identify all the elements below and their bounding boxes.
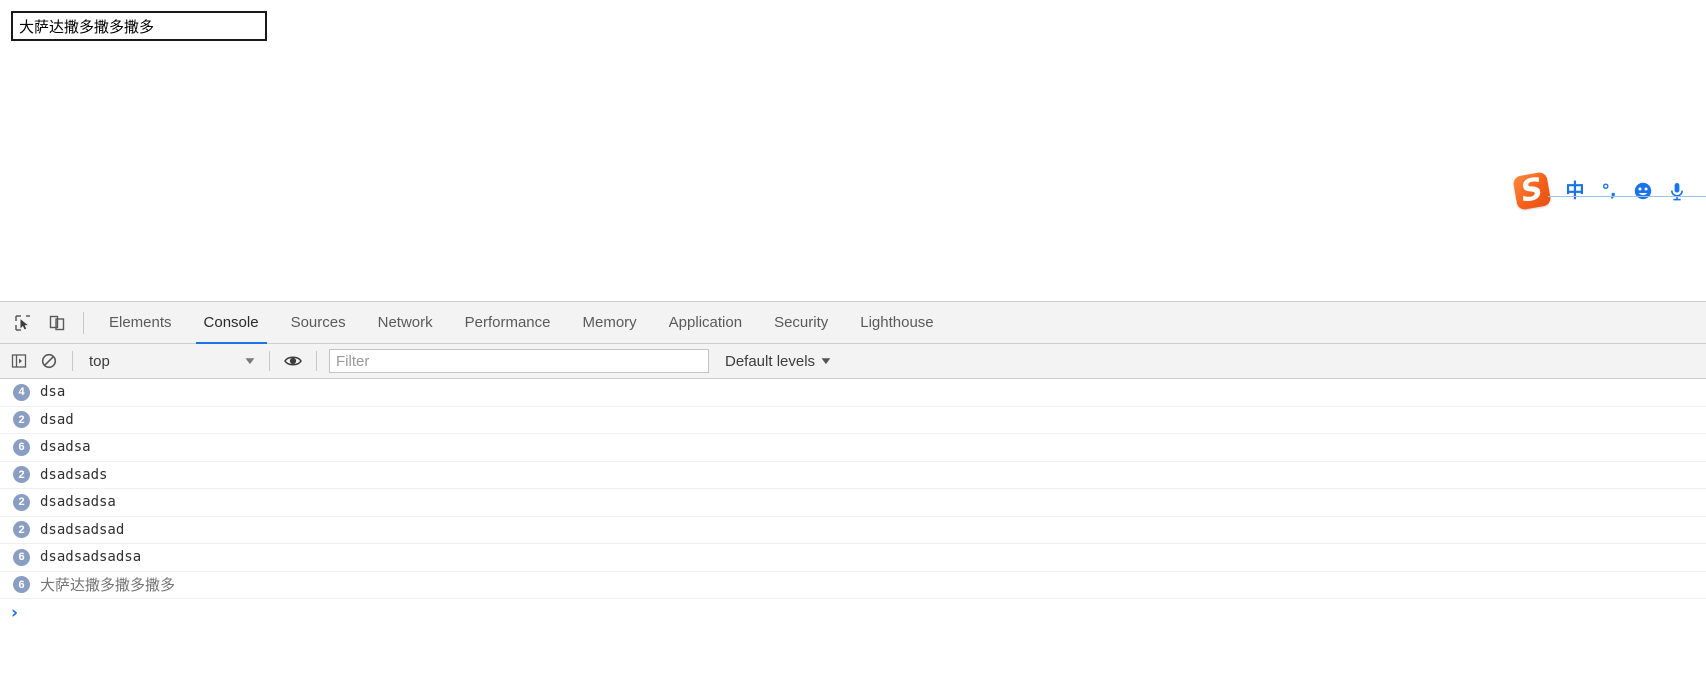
console-message-text: 大萨达撒多撒多撒多 [40,576,176,595]
console-message-row[interactable]: 6 dsadsa [0,434,1706,462]
chevron-down-icon: ▼ [242,355,258,367]
console-message-text: dsadsadsa [40,494,116,511]
chinese-mode-icon[interactable]: 中 [1558,173,1592,209]
repeat-count-badge: 6 [13,438,30,456]
console-message-row[interactable]: 2 dsadsadsad [0,517,1706,544]
console-filter-toolbar: top ▼ Default levels ▼ [0,344,1706,379]
inspect-element-icon[interactable] [6,306,40,340]
devtools-tab-list: Elements Console Sources Network Perform… [93,302,950,344]
voice-input-icon[interactable] [1660,173,1694,209]
repeat-count-badge: 2 [13,493,30,511]
sogou-logo-letter: S [1518,171,1546,210]
live-expression-icon[interactable] [278,347,308,375]
console-message-text: dsadsadsadsa [40,549,142,566]
execution-context-label: top [89,352,110,370]
log-levels-label: Default levels [725,352,816,370]
chevron-down-icon: ▼ [818,355,834,367]
repeat-count-badge: 4 [13,383,30,401]
tab-security[interactable]: Security [758,302,844,344]
page-text-input[interactable] [11,11,267,41]
filter-divider-3 [316,351,317,371]
console-sidebar-icon[interactable] [4,347,34,375]
filter-divider-2 [269,351,270,371]
device-toolbar-icon[interactable] [40,306,74,340]
console-message-text: dsadsadsad [40,521,125,538]
console-prompt[interactable]: › [0,599,1706,627]
repeat-count-badge: 6 [13,548,30,566]
repeat-count-badge: 2 [13,411,30,429]
log-levels-dropdown[interactable]: Default levels ▼ [719,349,837,373]
console-message-text: dsadsa [40,439,91,456]
clear-console-icon[interactable] [34,347,64,375]
console-message-text: dsadsads [40,466,108,483]
tab-sources[interactable]: Sources [275,302,362,344]
sogou-ime-toolbar[interactable]: S 中 °, [1512,170,1694,212]
repeat-count-badge: 2 [13,466,30,484]
console-filter-input[interactable] [329,349,709,373]
filter-divider-1 [72,351,73,371]
console-message-list: 4 dsa 2 dsad 6 dsadsa 2 dsadsads 2 dsads… [0,379,1706,599]
execution-context-selector[interactable]: top ▼ [81,349,261,373]
console-message-row[interactable]: 4 dsa [0,379,1706,407]
ime-underline [1548,196,1706,197]
web-page-content: S 中 °, [0,0,1706,301]
devtools-tabbar: Elements Console Sources Network Perform… [0,302,1706,344]
tab-memory[interactable]: Memory [567,302,653,344]
console-message-text: dsa [40,384,66,401]
tab-application[interactable]: Application [653,302,758,344]
tab-elements[interactable]: Elements [93,302,188,344]
tab-lighthouse[interactable]: Lighthouse [844,302,949,344]
console-message-row[interactable]: 2 dsad [0,407,1706,434]
devtools-panel: Elements Console Sources Network Perform… [0,301,1706,691]
toolbar-divider [83,311,84,334]
repeat-count-badge: 6 [13,576,30,594]
tab-network[interactable]: Network [362,302,449,344]
tab-console[interactable]: Console [188,302,275,344]
console-message-row[interactable]: 6 大萨达撒多撒多撒多 [0,572,1706,599]
punctuation-mode-icon[interactable]: °, [1592,173,1626,209]
tab-performance[interactable]: Performance [449,302,567,344]
repeat-count-badge: 2 [13,521,30,539]
prompt-chevron-icon: › [11,602,19,623]
console-message-row[interactable]: 2 dsadsadsa [0,489,1706,517]
console-message-text: dsad [40,411,74,428]
sogou-logo[interactable]: S [1512,171,1552,211]
console-message-row[interactable]: 6 dsadsadsadsa [0,544,1706,572]
console-message-row[interactable]: 2 dsadsads [0,462,1706,489]
emoji-icon[interactable] [1626,173,1660,209]
